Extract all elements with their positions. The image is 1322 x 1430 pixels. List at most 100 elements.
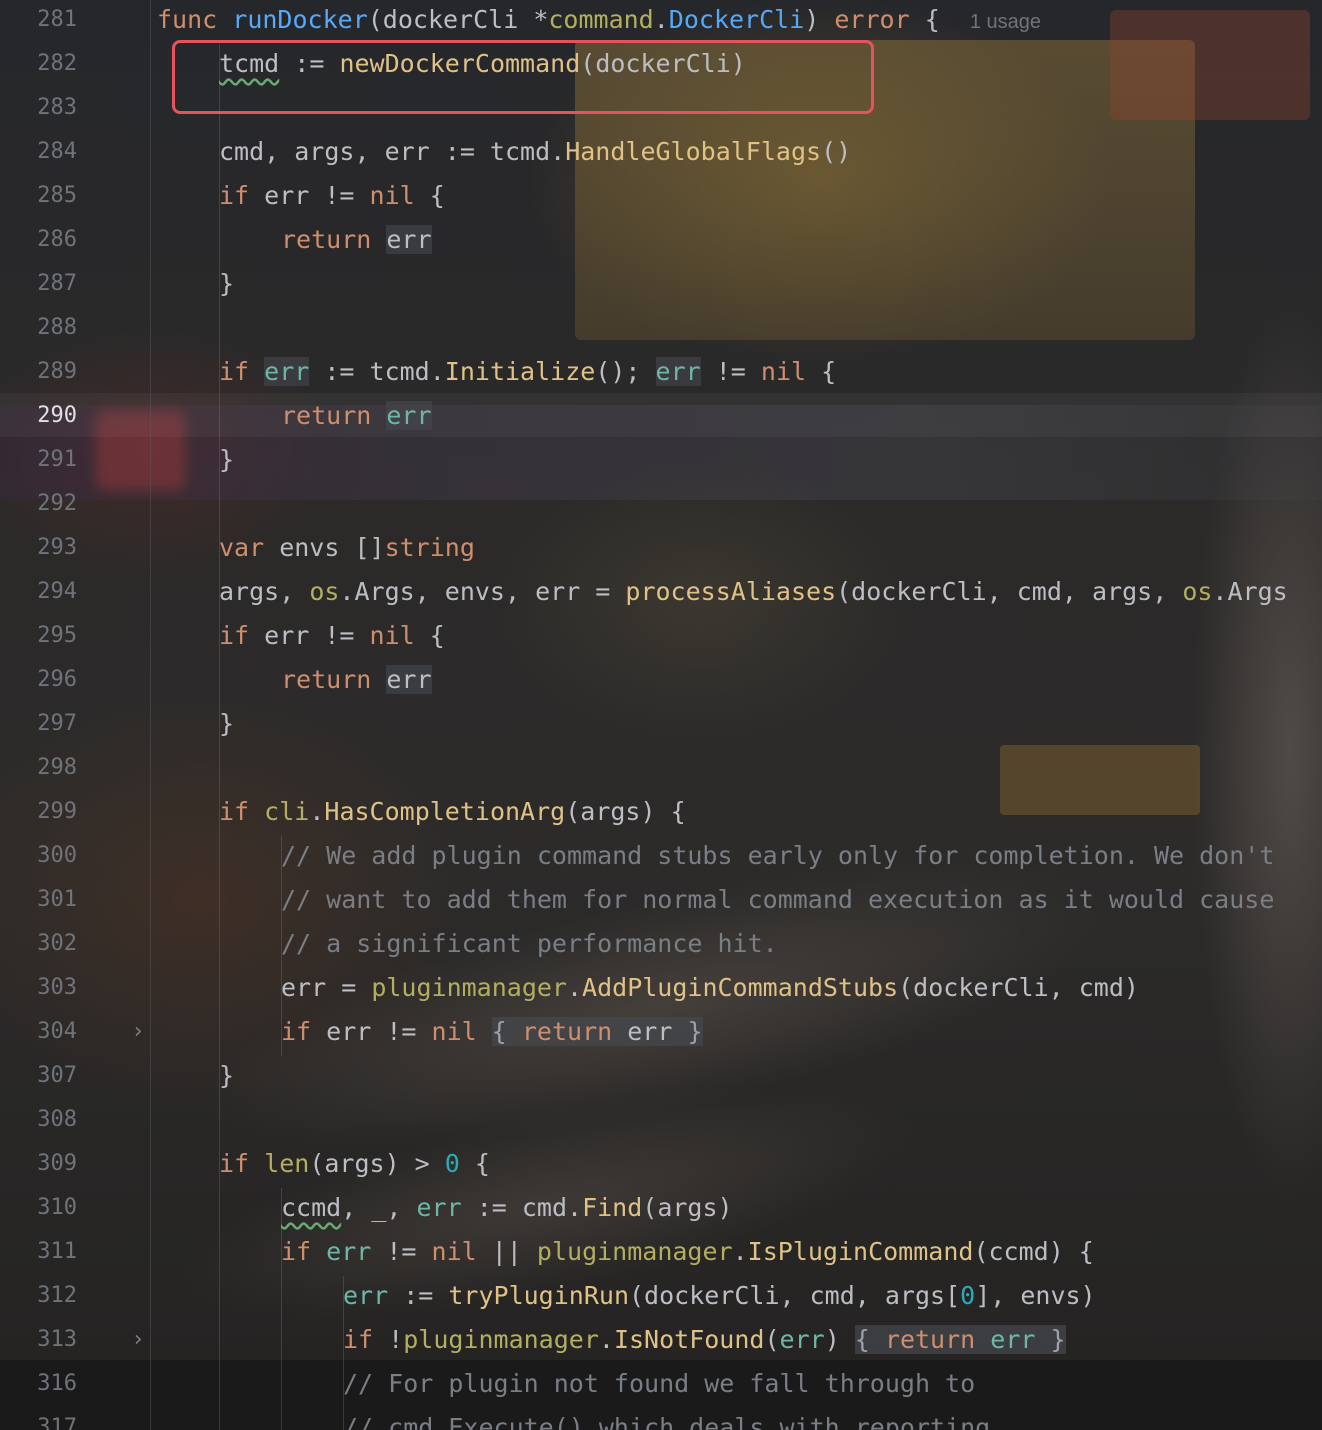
code-text: .	[566, 973, 583, 1002]
usage-hint[interactable]: 1 usage	[970, 11, 1041, 33]
code-line[interactable]: err := tryPluginRun(dockerCli, cmd, args…	[343, 1274, 1096, 1318]
package-name[interactable]: command	[548, 5, 653, 34]
variable[interactable]: err	[990, 1325, 1035, 1354]
variable[interactable]: err	[780, 1325, 825, 1354]
variable[interactable]: err	[264, 357, 310, 386]
variable[interactable]: err	[416, 1193, 461, 1222]
variable[interactable]: err	[655, 357, 701, 386]
code-text: }	[219, 445, 235, 474]
variable[interactable]: ccmd	[281, 1193, 341, 1222]
code-line[interactable]: ccmd, _, err := cmd.Find(args)	[281, 1186, 733, 1230]
code-text: envs []	[264, 533, 385, 562]
package-name[interactable]: pluginmanager	[403, 1325, 599, 1354]
method-call[interactable]: IsPluginCommand	[748, 1237, 974, 1266]
function-name[interactable]: runDocker	[232, 5, 367, 34]
code-line[interactable]: err = pluginmanager.AddPluginCommandStub…	[281, 966, 1139, 1010]
package-name[interactable]: pluginmanager	[371, 973, 567, 1002]
code-line[interactable]: cmd, args, err := tcmd.HandleGlobalFlags…	[219, 130, 851, 174]
variable[interactable]: err	[326, 1237, 371, 1266]
keyword: if	[343, 1325, 374, 1354]
package-name[interactable]: os	[1182, 577, 1212, 606]
code-comment[interactable]: // For plugin not found we fall through …	[343, 1362, 975, 1406]
method-call[interactable]: HandleGlobalFlags	[565, 137, 821, 166]
fold-brace: }	[1050, 1325, 1066, 1354]
code-line[interactable]: }	[219, 438, 234, 482]
variable[interactable]: err	[343, 1281, 388, 1310]
keyword: return	[281, 225, 372, 254]
code-comment[interactable]: // We add plugin command stubs early onl…	[281, 834, 1274, 878]
builtin-function[interactable]: len	[264, 1149, 309, 1178]
return-type[interactable]: error	[834, 5, 909, 34]
function-call[interactable]: processAliases	[625, 577, 836, 606]
code-text: {	[459, 1149, 490, 1178]
code-text: }	[219, 269, 235, 298]
code-comment[interactable]: // want to add them for normal command e…	[281, 878, 1274, 922]
code-line[interactable]: }	[219, 1054, 234, 1098]
package-name[interactable]: pluginmanager	[537, 1237, 733, 1266]
folded-region[interactable]: { return err }	[854, 1325, 1066, 1354]
method-call[interactable]: Find	[582, 1193, 642, 1222]
code-text: {	[909, 5, 970, 34]
code-text: :=	[388, 1281, 449, 1310]
code-text: .Args	[1212, 577, 1288, 606]
code-line[interactable]: if len(args) > 0 {	[219, 1142, 490, 1186]
code-line[interactable]: }	[219, 702, 234, 746]
code-line[interactable]: if err != nil {	[219, 614, 445, 658]
method-call[interactable]: HasCompletionArg	[324, 797, 565, 826]
keyword: if	[219, 181, 250, 210]
code-line[interactable]: if cli.HasCompletionArg(args) {	[219, 790, 686, 834]
package-name[interactable]: cli	[264, 797, 309, 826]
type-name[interactable]: DockerCli	[669, 5, 804, 34]
code-line[interactable]: if !pluginmanager.IsNotFound(err) { retu…	[343, 1318, 1066, 1362]
code-line[interactable]: }	[219, 262, 234, 306]
code-text: (dockerCli, cmd, args[	[629, 1281, 961, 1310]
code-text: .	[309, 797, 325, 826]
code-editor[interactable]: func runDocker(dockerCli *command.Docker…	[0, 0, 1322, 1430]
package-name[interactable]: os	[309, 577, 339, 606]
code-line[interactable]: return err	[281, 394, 432, 438]
code-line[interactable]: func runDocker(dockerCli *command.Docker…	[157, 0, 1041, 42]
code-text: }	[219, 1061, 235, 1090]
variable[interactable]: err	[386, 665, 432, 694]
folded-region[interactable]: { return err }	[491, 1017, 703, 1046]
method-call[interactable]: Initialize	[445, 357, 596, 386]
fold-brace: {	[491, 1017, 522, 1046]
variable[interactable]: err	[386, 225, 432, 254]
code-text: {	[806, 357, 837, 386]
keyword: return	[521, 1017, 613, 1046]
code-text: err !=	[249, 181, 370, 210]
type-name[interactable]: string	[385, 533, 475, 562]
code-line[interactable]: args, os.Args, envs, err = processAliase…	[219, 570, 1288, 614]
method-call[interactable]: IsNotFound	[614, 1325, 765, 1354]
keyword: if	[219, 1149, 250, 1178]
code-text: := cmd.	[461, 1193, 583, 1222]
code-text: (args) >	[309, 1149, 445, 1178]
code-text: cmd, args, err := tcmd.	[219, 137, 566, 166]
highlight-annotation-box	[172, 40, 874, 114]
code-comment[interactable]: // cmd.Execute() which deals with report…	[343, 1406, 990, 1430]
keyword: if	[281, 1237, 312, 1266]
code-text: !=	[700, 357, 761, 386]
code-line[interactable]: if err != nil {	[219, 174, 445, 218]
code-text: (	[764, 1325, 780, 1354]
code-line[interactable]: return err	[281, 218, 432, 262]
keyword: nil	[369, 181, 415, 210]
code-line[interactable]: if err := tcmd.Initialize(); err != nil …	[219, 350, 836, 394]
variable[interactable]: err	[386, 401, 432, 430]
code-text: ||	[476, 1237, 537, 1266]
code-line[interactable]: if err != nil { return err }	[281, 1010, 703, 1054]
method-call[interactable]: AddPluginCommandStubs	[582, 973, 898, 1002]
function-call[interactable]: tryPluginRun	[448, 1281, 629, 1310]
code-text: (dockerCli, cmd)	[898, 973, 1139, 1002]
code-line[interactable]: if err != nil || pluginmanager.IsPluginC…	[281, 1230, 1094, 1274]
fold-brace: }	[687, 1017, 703, 1046]
code-text: !=	[371, 1237, 432, 1266]
code-comment[interactable]: // a significant performance hit.	[281, 922, 778, 966]
code-line[interactable]: var envs []string	[219, 526, 475, 570]
code-text: (ccmd) {	[973, 1237, 1094, 1266]
code-line[interactable]: return err	[281, 658, 432, 702]
